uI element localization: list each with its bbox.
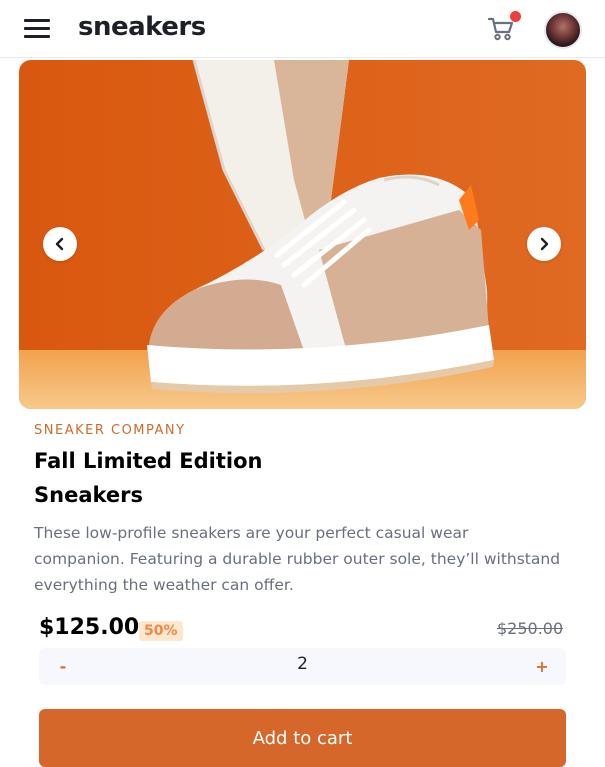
product-description: These low-profile sneakers are your perf…: [34, 524, 561, 594]
chevron-left-icon: [55, 237, 64, 251]
menu-line: [24, 27, 50, 30]
chevron-right-icon: [540, 237, 549, 251]
hamburger-menu-icon[interactable]: [24, 18, 50, 40]
original-price: $250.00: [497, 619, 564, 638]
company-name: SNEAKER COMPANY: [34, 423, 186, 438]
quantity-stepper: - 2 +: [39, 648, 566, 685]
site-logo[interactable]: sneakers: [78, 12, 206, 42]
discount-badge: 50%: [139, 621, 183, 641]
next-image-button[interactable]: [527, 227, 561, 261]
previous-image-button[interactable]: [43, 227, 77, 261]
menu-line: [24, 35, 50, 38]
cart-notification-badge: [510, 11, 521, 22]
quantity-decrease-button[interactable]: -: [43, 648, 83, 685]
add-to-cart-button[interactable]: Add to cart: [39, 709, 566, 767]
current-price: $125.00: [39, 615, 140, 640]
product-gallery: [19, 60, 586, 409]
product-title-line2: Sneakers: [34, 483, 143, 507]
product-title-line1: Fall Limited Edition: [34, 449, 263, 473]
avatar[interactable]: [544, 11, 582, 49]
quantity-value: 2: [297, 654, 308, 674]
menu-line: [24, 19, 50, 22]
sneaker-product-image: [19, 60, 586, 409]
top-bar: sneakers: [0, 0, 605, 58]
product-title: Fall Limited Edition Sneakers: [34, 444, 334, 512]
quantity-increase-button[interactable]: +: [522, 648, 562, 685]
